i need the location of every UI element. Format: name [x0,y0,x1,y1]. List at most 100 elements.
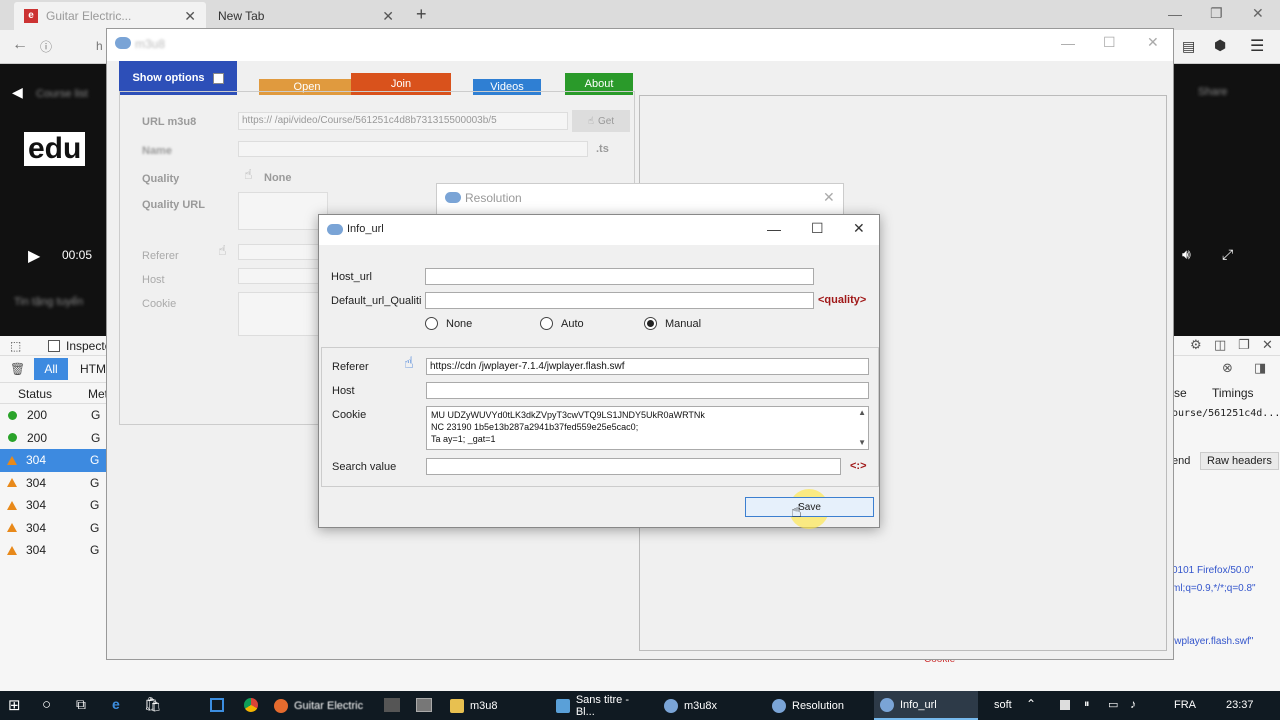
app-icon[interactable] [210,698,224,712]
minimize-icon[interactable]: — [1061,35,1075,51]
settings-gear-icon[interactable]: ⚙ [1190,337,1202,353]
clear-icon[interactable]: ⊗ [1222,360,1233,376]
cookie-input-bg[interactable] [238,292,328,336]
tab-timings[interactable]: Timings [1212,386,1254,400]
task-view-icon[interactable]: ⧉ [76,696,86,713]
col-method[interactable]: Met [88,387,108,401]
course-list-link[interactable]: Course list [36,88,88,100]
tray-app-icon[interactable] [1060,700,1070,710]
sidebar-toggle-icon[interactable]: ◨ [1254,360,1266,376]
search-separator-tag[interactable]: <:> [850,460,867,472]
close-icon[interactable]: ✕ [823,189,835,206]
show-options-toggle[interactable]: Show options [119,61,237,95]
browser-tab-active[interactable]: e Guitar Electric... ✕ [14,2,206,30]
radio-circle-selected[interactable] [644,317,657,330]
request-row[interactable]: 304 G [0,494,106,517]
request-row[interactable]: 200 G [0,404,106,427]
cmd-icon[interactable] [416,698,432,712]
scroll-up-icon[interactable]: ▲ [858,407,866,419]
radio-circle[interactable] [540,317,553,330]
tray-clock[interactable]: 23:37 [1226,699,1254,711]
tray-network-icon[interactable]: ▭ [1108,698,1118,711]
default-quality-input[interactable] [425,292,814,309]
browser-tab-new[interactable]: New Tab ✕ [208,2,404,30]
terminal-icon[interactable] [384,698,400,712]
reading-list-icon[interactable]: ▤ [1182,38,1195,55]
request-row[interactable]: 304 G [0,517,106,540]
tray-soft-label[interactable]: soft [994,699,1012,711]
minimize-icon[interactable]: — [1168,6,1182,22]
restore-icon[interactable]: ❐ [1210,5,1223,22]
tray-language[interactable]: FRA [1174,699,1196,711]
taskbar-item-resolution[interactable]: Resolution [766,691,870,720]
store-icon[interactable]: 🛍︎ [144,696,162,713]
search-value-input[interactable] [426,458,841,475]
save-button[interactable]: Save [745,497,874,517]
taskbar-item-m3u8x[interactable]: m3u8x [658,691,762,720]
volume-icon[interactable]: 🔊︎ [1182,246,1191,263]
back-arrow-icon[interactable]: ← [12,36,28,54]
show-options-checkbox[interactable] [212,72,224,84]
maximize-icon[interactable]: ☐ [1103,34,1116,51]
cookie-textarea[interactable]: MU UDZyWUVYd0tLK3dkZVpyT3cwVTQ9LS1JNDY5U… [426,406,869,450]
request-row[interactable]: 200 G [0,427,106,450]
fullscreen-icon[interactable]: ⤢ [1222,246,1233,263]
close-window-icon[interactable]: ✕ [1252,5,1264,22]
chrome-icon[interactable] [244,698,258,712]
tray-chevron-icon[interactable]: ⌃ [1026,697,1036,711]
radio-circle[interactable] [425,317,438,330]
get-button[interactable]: ☝ Get [572,110,630,132]
raw-headers-button[interactable]: Raw headers [1200,452,1279,470]
tab-response[interactable]: se [1174,386,1187,400]
minimize-icon[interactable]: — [767,221,781,237]
taskbar-item-m3u8-folder[interactable]: m3u8 [444,691,548,720]
scroll-down-icon[interactable]: ▼ [858,437,866,449]
radio-none[interactable]: None [425,317,472,330]
hand-pointer-icon[interactable]: ☝ [244,166,253,183]
play-icon[interactable]: ▶ [28,246,40,266]
maximize-icon[interactable]: ☐ [811,220,824,237]
tab-inspector[interactable]: Inspecto [66,339,111,353]
info-icon[interactable]: ⓘ [40,38,52,55]
name-input[interactable] [238,141,588,157]
close-tab-icon[interactable]: ✕ [382,8,394,25]
url-prefix[interactable]: h [96,39,103,53]
extension-icon[interactable]: ⬢ [1214,37,1226,54]
taskbar-item-browser[interactable]: Guitar Electric [268,691,380,720]
request-row[interactable]: 304 G [0,472,106,495]
radio-manual[interactable]: Manual [644,317,701,330]
windows-start-icon[interactable]: ⊞ [8,696,21,714]
pick-element-icon[interactable]: ⬚ [10,339,21,353]
edge-icon[interactable]: e [112,696,120,712]
menu-icon[interactable]: ☰ [1250,36,1264,56]
filter-all-button[interactable]: All [34,358,68,380]
request-row-selected[interactable]: 304 G [0,449,106,472]
tray-volume-icon[interactable]: ♪ [1130,697,1136,711]
taskbar-item-notepad[interactable]: Sans titre - Bl... [550,691,656,720]
quality-url-input[interactable] [238,192,328,230]
tray-media-icon[interactable]: ⏸ [1084,698,1090,711]
quality-placeholder-tag[interactable]: <quality> [818,294,866,306]
host-input-bg[interactable] [238,268,328,284]
close-icon[interactable]: ✕ [1147,34,1159,51]
close-tab-icon[interactable]: ✕ [184,8,196,25]
referer-input-bg[interactable] [238,244,328,260]
new-tab-button[interactable]: + [416,4,427,25]
hand-pointer-icon[interactable]: ☝ [404,353,414,373]
trash-icon[interactable]: 🗑︎ [10,362,25,376]
close-icon[interactable]: ✕ [853,220,865,237]
host-input[interactable] [426,382,869,399]
host-url-input[interactable] [425,268,814,285]
close-devtools-icon[interactable]: ✕ [1262,337,1273,353]
radio-auto[interactable]: Auto [540,317,584,330]
dock-icon[interactable]: ◫ [1214,337,1226,353]
share-button[interactable]: Share [1198,86,1227,98]
resend-button[interactable]: end [1172,455,1190,467]
referer-input[interactable]: https://cdn /jwplayer-7.1.4/jwplayer.fla… [426,358,869,375]
inspector-checkbox[interactable] [48,340,60,352]
search-circle-icon[interactable]: ○ [42,696,51,713]
popout-icon[interactable]: ❐ [1238,337,1250,353]
url-m3u8-input[interactable]: https:// /api/video/Course/561251c4d8b73… [238,112,568,130]
col-status[interactable]: Status [18,387,52,401]
taskbar-item-info-url[interactable]: Info_url [874,691,978,720]
